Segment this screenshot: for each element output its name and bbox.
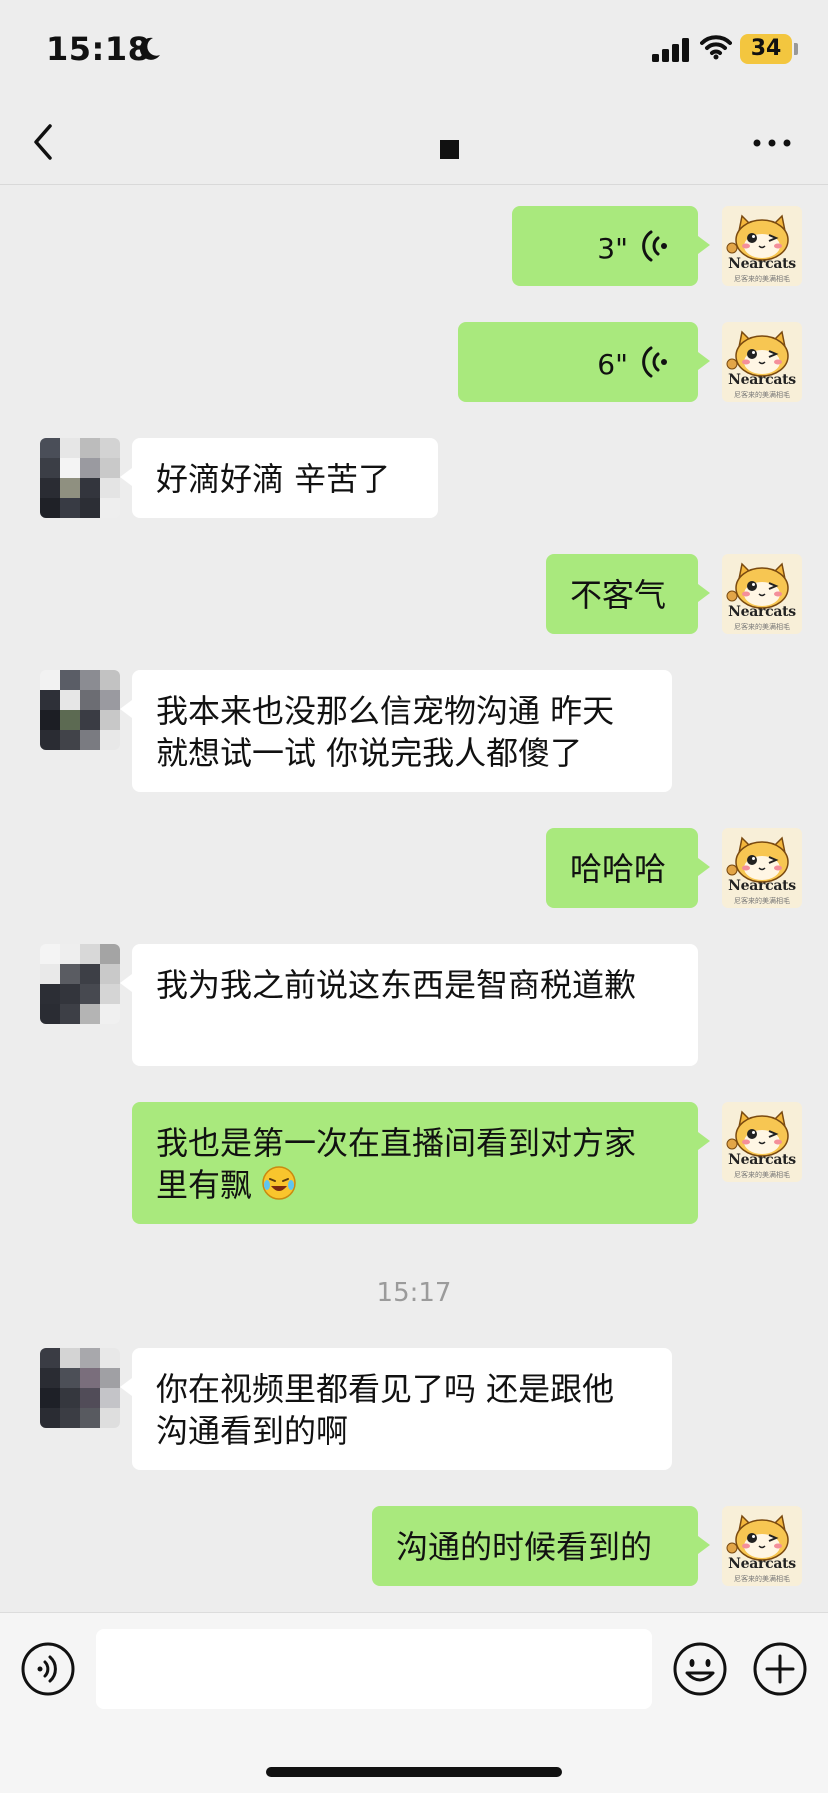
signal-icon — [652, 38, 689, 62]
voice-message-bubble[interactable]: 6" — [458, 322, 710, 402]
text-message-bubble[interactable]: 好滴好滴 辛苦了 — [120, 438, 438, 518]
message-text: 我本来也没那么信宠物沟通 昨天 就想试一试 你说完我人都傻了 — [156, 692, 615, 772]
avatar-logo-text: Nearcats — [728, 878, 796, 894]
message-timestamp: 15:17 — [376, 1278, 452, 1308]
message-text: 不客气 — [570, 576, 667, 614]
plus-icon[interactable] — [752, 1641, 808, 1697]
voice-message-bubble[interactable]: 3" — [512, 206, 710, 286]
avatar-logo-subtext: 尼客来的美满相毛 — [734, 275, 790, 283]
avatar[interactable] — [40, 670, 120, 750]
avatar[interactable]: Nearcats 尼客来的美满相毛 — [722, 1102, 802, 1182]
avatar[interactable]: Nearcats 尼客来的美满相毛 — [722, 554, 802, 634]
avatar-logo-text: Nearcats — [728, 1152, 796, 1168]
text-message-bubble[interactable]: 我也是第一次在直播间看到对方家 里有飘 — [132, 1102, 710, 1224]
avatar[interactable]: Nearcats 尼客来的美满相毛 — [722, 322, 802, 402]
avatar-logo-subtext: 尼客来的美满相毛 — [734, 1171, 790, 1179]
message-input[interactable] — [96, 1629, 652, 1709]
avatar-logo-text: Nearcats — [728, 372, 796, 388]
message-text: 我为我之前说这东西是智商税道歉 — [156, 966, 637, 1004]
avatar-logo-text: Nearcats — [728, 604, 796, 620]
emoji-icon[interactable] — [672, 1641, 728, 1697]
message-text: 哈哈哈 — [570, 850, 667, 888]
battery-indicator: 34 — [740, 34, 792, 64]
voice-wave-icon — [642, 230, 667, 262]
avatar-logo-subtext: 尼客来的美满相毛 — [734, 623, 790, 631]
avatar[interactable] — [40, 944, 120, 1024]
battery-level: 34 — [750, 36, 782, 61]
avatar[interactable]: Nearcats 尼客来的美满相毛 — [722, 206, 802, 286]
laughing-emoji-icon — [262, 1166, 296, 1200]
avatar-logo-text: Nearcats — [728, 1556, 796, 1572]
home-indicator — [266, 1767, 562, 1777]
text-message-bubble[interactable]: 哈哈哈 — [546, 828, 710, 908]
avatar-logo-subtext: 尼客来的美满相毛 — [734, 1575, 790, 1583]
chevron-left-icon[interactable] — [30, 120, 56, 164]
status-time: 15:18 — [46, 30, 151, 68]
voice-duration: 6" — [597, 348, 628, 381]
chat-title — [440, 140, 459, 159]
avatar-logo-subtext: 尼客来的美满相毛 — [734, 897, 790, 905]
message-text: 好滴好滴 辛苦了 — [156, 460, 391, 498]
text-message-bubble[interactable]: 你在视频里都看见了吗 还是跟他 沟通看到的啊 — [120, 1348, 672, 1470]
voice-icon[interactable] — [20, 1641, 76, 1697]
avatar-logo-text: Nearcats — [728, 256, 796, 272]
message-text: 我也是第一次在直播间看到对方家 里有飘 — [156, 1124, 637, 1204]
voice-wave-icon — [642, 346, 667, 378]
message-text: 你在视频里都看见了吗 还是跟他 沟通看到的啊 — [156, 1370, 615, 1450]
text-message-bubble[interactable]: 我为我之前说这东西是智商税道歉 — [120, 944, 698, 1066]
more-dots-icon[interactable] — [752, 138, 792, 148]
avatar[interactable] — [40, 438, 120, 518]
wifi-icon — [700, 35, 732, 60]
text-message-bubble[interactable]: 不客气 — [546, 554, 710, 634]
message-text: 沟通的时候看到的 — [396, 1528, 653, 1566]
avatar[interactable]: Nearcats 尼客来的美满相毛 — [722, 828, 802, 908]
text-message-bubble[interactable]: 沟通的时候看到的 — [372, 1506, 710, 1586]
text-message-bubble[interactable]: 我本来也没那么信宠物沟通 昨天 就想试一试 你说完我人都傻了 — [120, 670, 672, 792]
avatar[interactable]: Nearcats 尼客来的美满相毛 — [722, 1506, 802, 1586]
moon-icon — [139, 37, 160, 60]
battery-cap — [794, 43, 798, 55]
avatar[interactable] — [40, 1348, 120, 1428]
avatar-logo-subtext: 尼客来的美满相毛 — [734, 391, 790, 399]
status-bar: 15:18 34 — [0, 0, 828, 100]
chat-header — [0, 100, 828, 185]
voice-duration: 3" — [597, 232, 628, 265]
input-bar — [0, 1612, 828, 1793]
